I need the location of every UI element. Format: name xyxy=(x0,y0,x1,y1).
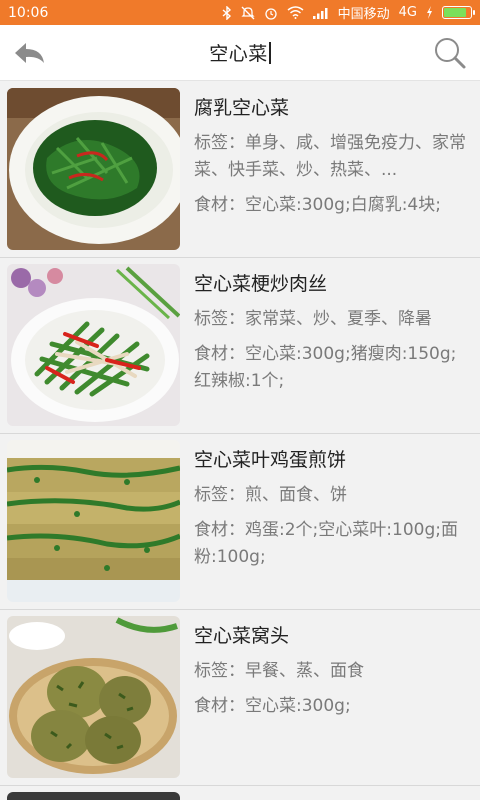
recipe-ingredients: 食材：空心菜:300g;猪瘦肉:150g;红辣椒:1个; xyxy=(194,344,457,391)
mute-icon xyxy=(241,6,255,20)
signal-icon xyxy=(312,7,329,19)
bluetooth-icon xyxy=(222,5,232,20)
recipe-tags: 标签：家常菜、炒、夏季、降暑 xyxy=(194,309,432,329)
recipe-ingredients: 食材：鸡蛋:2个;空心菜叶:100g;面粉:100g; xyxy=(194,520,458,567)
recipe-thumbnail xyxy=(7,264,180,426)
recipe-info: 空心菜叶鸡蛋煎饼 标签：煎、面食、饼 食材：鸡蛋:2个;空心菜叶:100g;面粉… xyxy=(194,446,472,571)
recipe-info: 空心菜窝头 标签：早餐、蒸、面食 食材：空心菜:300g; xyxy=(194,622,472,720)
recipe-tags: 标签：单身、咸、增强免疫力、家常菜、快手菜、炒、热菜、... xyxy=(194,133,466,180)
recipe-thumbnail xyxy=(7,440,180,602)
recipe-tags: 标签：早餐、蒸、面食 xyxy=(194,661,364,681)
recipe-thumbnail xyxy=(7,792,180,800)
recipe-list: 腐乳空心菜 标签：单身、咸、增强免疫力、家常菜、快手菜、炒、热菜、... 食材：… xyxy=(0,82,480,800)
recipe-tags: 标签：煎、面食、饼 xyxy=(194,485,347,505)
status-icons: 中国移动 4G xyxy=(222,3,475,22)
recipe-item[interactable]: 空心菜窝头 标签：早餐、蒸、面食 食材：空心菜:300g; xyxy=(0,610,480,786)
recipe-item[interactable] xyxy=(0,786,480,800)
text-caret xyxy=(268,41,271,64)
recipe-item[interactable]: 空心菜叶鸡蛋煎饼 标签：煎、面食、饼 食材：鸡蛋:2个;空心菜叶:100g;面粉… xyxy=(0,434,480,610)
search-query[interactable]: 空心菜 xyxy=(209,39,271,66)
charging-icon xyxy=(426,6,433,19)
status-bar: 10:06 中国移动 4G xyxy=(0,0,480,25)
recipe-name: 空心菜窝头 xyxy=(194,625,290,647)
battery-icon xyxy=(442,6,475,19)
carrier-name: 中国移动 xyxy=(337,7,390,22)
search-icon xyxy=(435,38,466,69)
alarm-icon xyxy=(264,6,278,20)
status-time: 10:06 xyxy=(8,4,49,21)
header-bar: 空心菜 xyxy=(0,25,480,81)
recipe-item[interactable]: 腐乳空心菜 标签：单身、咸、增强免疫力、家常菜、快手菜、炒、热菜、... 食材：… xyxy=(0,82,480,258)
recipe-info: 空心菜梗炒肉丝 标签：家常菜、炒、夏季、降暑 食材：空心菜:300g;猪瘦肉:1… xyxy=(194,270,472,395)
recipe-ingredients: 食材：空心菜:300g; xyxy=(194,696,351,716)
battery-fill xyxy=(444,8,467,17)
network-type: 4G xyxy=(398,5,417,20)
recipe-name: 空心菜叶鸡蛋煎饼 xyxy=(194,449,347,471)
recipe-name: 空心菜梗炒肉丝 xyxy=(194,273,328,295)
recipe-name: 腐乳空心菜 xyxy=(194,97,290,119)
recipe-info: 腐乳空心菜 标签：单身、咸、增强免疫力、家常菜、快手菜、炒、热菜、... 食材：… xyxy=(194,94,472,219)
back-button[interactable] xyxy=(12,37,48,69)
recipe-item[interactable]: 空心菜梗炒肉丝 标签：家常菜、炒、夏季、降暑 食材：空心菜:300g;猪瘦肉:1… xyxy=(0,258,480,434)
page-title: 空心菜 xyxy=(209,43,268,65)
search-button[interactable] xyxy=(432,35,468,71)
recipe-thumbnail xyxy=(7,88,180,250)
back-arrow-icon xyxy=(15,43,44,63)
recipe-thumbnail xyxy=(7,616,180,778)
wifi-icon xyxy=(287,6,304,19)
recipe-ingredients: 食材：空心菜:300g;白腐乳:4块; xyxy=(194,195,441,215)
